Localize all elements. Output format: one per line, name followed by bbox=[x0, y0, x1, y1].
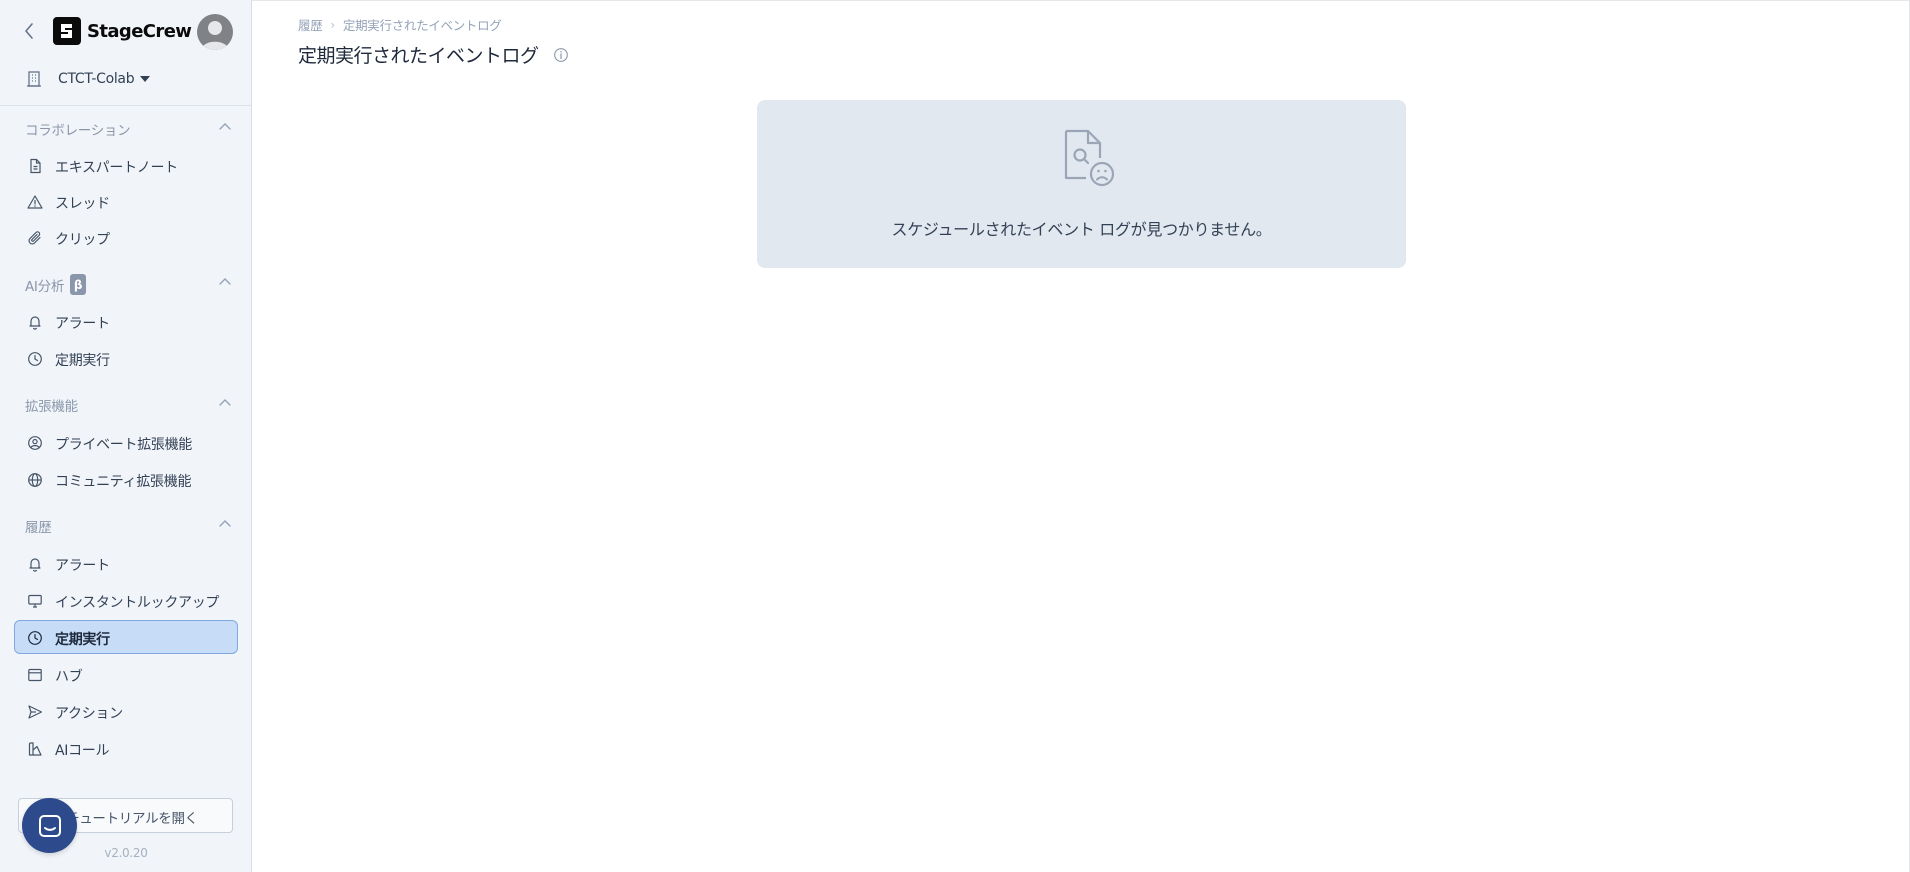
bell-icon bbox=[29, 316, 41, 330]
sidebar-item-label: アクション bbox=[55, 706, 123, 722]
sidebar-item-ai-calls[interactable]: AIコール bbox=[14, 731, 238, 765]
org-selector[interactable]: CTCT-Colab bbox=[24, 66, 151, 92]
section-collaboration[interactable]: コラボレーション bbox=[0, 115, 252, 141]
clock-icon bbox=[28, 352, 42, 366]
back-button[interactable] bbox=[20, 19, 38, 43]
sidebar-item-clips[interactable]: クリップ bbox=[14, 220, 238, 254]
section-title: 履歴 bbox=[25, 520, 52, 536]
breadcrumb-item-current: 定期実行されたイベントログ bbox=[342, 18, 502, 33]
monitor-icon bbox=[28, 594, 42, 608]
chevron-left-icon bbox=[25, 23, 33, 39]
breadcrumb-item-history[interactable]: 履歴 bbox=[298, 15, 323, 34]
page-title-text: 定期実行されたイベントログ bbox=[298, 45, 539, 67]
user-circle-icon bbox=[28, 436, 42, 450]
beta-badge: β bbox=[70, 274, 87, 295]
sidebar-item-label: アラート bbox=[55, 316, 110, 332]
chevron-up-icon bbox=[219, 399, 231, 406]
sidebar-item-label: エキスパートノート bbox=[55, 160, 178, 176]
sidebar-item-hub[interactable]: ハブ bbox=[14, 657, 238, 691]
breadcrumb-separator-icon: › bbox=[330, 17, 335, 32]
ai-call-icon bbox=[28, 742, 42, 756]
section-title: コラボレーション bbox=[25, 123, 131, 139]
logo-mark-icon bbox=[53, 17, 81, 45]
brand-logo[interactable]: StageCrew bbox=[53, 17, 192, 45]
sidebar: StageCrew CTCT-Colab コラボレーション エキスパートノート … bbox=[0, 0, 252, 872]
info-icon[interactable] bbox=[553, 47, 569, 63]
section-extensions[interactable]: 拡張機能 bbox=[0, 391, 252, 417]
sidebar-item-private-extensions[interactable]: プライベート拡張機能 bbox=[14, 425, 238, 459]
sidebar-item-label: プライベート拡張機能 bbox=[55, 437, 192, 453]
sidebar-item-ai-scheduled[interactable]: 定期実行 bbox=[14, 341, 238, 375]
org-name: CTCT-Colab bbox=[58, 71, 135, 87]
chevron-up-icon bbox=[219, 123, 231, 130]
bell-icon bbox=[29, 558, 41, 572]
section-title: 拡張機能 bbox=[25, 399, 78, 415]
building-icon bbox=[24, 69, 44, 89]
sidebar-item-label: 定期実行 bbox=[55, 353, 110, 369]
sidebar-item-instant-lookup[interactable]: インスタントルックアップ bbox=[14, 583, 238, 617]
empty-state-message: スケジュールされたイベント ログが見つかりません。 bbox=[891, 220, 1272, 239]
chat-icon bbox=[38, 814, 61, 837]
send-icon bbox=[28, 705, 43, 719]
sidebar-item-expert-notes[interactable]: エキスパートノート bbox=[14, 148, 238, 182]
sidebar-item-ai-alerts[interactable]: アラート bbox=[14, 304, 238, 338]
caret-down-icon bbox=[140, 76, 151, 82]
paperclip-icon bbox=[28, 231, 41, 245]
document-icon bbox=[30, 158, 41, 174]
user-avatar[interactable] bbox=[197, 14, 233, 50]
sidebar-item-label: ハブ bbox=[55, 669, 83, 685]
clock-icon bbox=[28, 631, 42, 645]
page-title: 定期実行されたイベントログ bbox=[298, 41, 569, 68]
section-history[interactable]: 履歴 bbox=[0, 512, 252, 538]
sidebar-item-label: クリップ bbox=[55, 232, 110, 248]
chevron-up-icon bbox=[219, 278, 231, 285]
chevron-up-icon bbox=[219, 520, 231, 527]
section-ai-analysis[interactable]: AI分析 β bbox=[0, 270, 252, 296]
sidebar-item-label: スレッド bbox=[55, 196, 110, 212]
brand-name: StageCrew bbox=[87, 20, 192, 42]
tutorial-label: チュートリアルを開く bbox=[66, 811, 198, 827]
sidebar-item-actions[interactable]: アクション bbox=[14, 694, 238, 728]
warning-triangle-icon bbox=[27, 195, 43, 209]
sidebar-header: StageCrew bbox=[0, 0, 252, 62]
sidebar-item-label: アラート bbox=[55, 558, 110, 574]
breadcrumb: 履歴 › 定期実行されたイベントログ bbox=[298, 15, 502, 34]
sidebar-item-label: 定期実行 bbox=[55, 632, 110, 648]
sidebar-item-label: AIコール bbox=[55, 743, 110, 759]
sidebar-item-history-alerts[interactable]: アラート bbox=[14, 546, 238, 580]
window-icon bbox=[28, 668, 42, 682]
sidebar-item-history-scheduled[interactable]: 定期実行 bbox=[14, 620, 238, 654]
globe-icon bbox=[28, 473, 42, 487]
sidebar-item-label: インスタントルックアップ bbox=[55, 595, 220, 611]
divider bbox=[0, 105, 252, 106]
section-title: AI分析 β bbox=[25, 274, 87, 295]
empty-state-card: スケジュールされたイベント ログが見つかりません。 bbox=[757, 100, 1406, 268]
sidebar-item-community-extensions[interactable]: コミュニティ拡張機能 bbox=[14, 462, 238, 496]
sidebar-item-threads[interactable]: スレッド bbox=[14, 184, 238, 218]
app-version: v2.0.20 bbox=[104, 846, 148, 860]
file-search-sad-icon bbox=[1064, 129, 1115, 187]
section-title-text: AI分析 bbox=[25, 278, 65, 295]
main-content: 履歴 › 定期実行されたイベントログ 定期実行されたイベントログ スケジュールさ… bbox=[252, 0, 1910, 872]
sidebar-item-label: コミュニティ拡張機能 bbox=[55, 474, 192, 490]
chat-launcher-button[interactable] bbox=[22, 798, 77, 853]
